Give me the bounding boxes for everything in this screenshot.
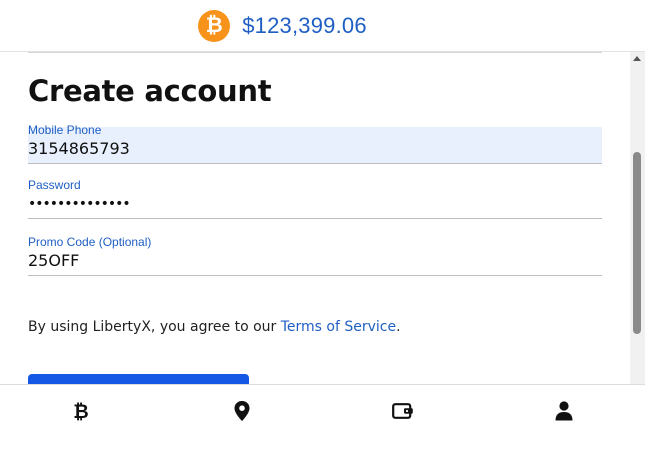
promo-code-label: Promo Code (Optional)	[28, 235, 152, 249]
mobile-phone-input[interactable]: 3154865793	[28, 139, 130, 158]
bottom-navigation: ₿	[0, 384, 645, 450]
terms-of-service-link[interactable]: Terms of Service	[281, 319, 396, 335]
divider	[28, 52, 602, 53]
main-content: Create account Mobile Phone 3154865793 P…	[0, 52, 630, 384]
map-pin-icon	[234, 401, 250, 421]
top-bar: ₿ $123,399.06	[0, 0, 645, 52]
terms-prefix: By using LibertyX, you agree to our	[28, 319, 281, 335]
password-input[interactable]: ••••••••••••••	[28, 196, 131, 212]
password-field[interactable]: Password ••••••••••••••	[28, 178, 602, 219]
create-account-button[interactable]	[28, 374, 249, 384]
wallet-icon	[392, 403, 413, 419]
mobile-phone-label: Mobile Phone	[28, 123, 102, 137]
scrollbar[interactable]	[630, 52, 645, 384]
scrollbar-thumb[interactable]	[633, 152, 641, 334]
terms-suffix: .	[396, 319, 401, 335]
bitcoin-symbol: ₿	[205, 13, 223, 37]
bitcoin-icon: ₿	[73, 401, 88, 421]
svg-text:₿: ₿	[73, 401, 88, 421]
password-label: Password	[28, 178, 81, 192]
nav-bitcoin[interactable]: ₿	[69, 399, 93, 423]
mobile-phone-field[interactable]: Mobile Phone 3154865793	[28, 123, 602, 164]
promo-code-input[interactable]: 25OFF	[28, 251, 79, 270]
nav-wallet[interactable]	[391, 399, 415, 423]
bitcoin-price: $123,399.06	[242, 12, 367, 38]
promo-code-field[interactable]: Promo Code (Optional) 25OFF	[28, 235, 602, 276]
terms-text: By using LibertyX, you agree to our Term…	[28, 319, 401, 335]
scroll-up-arrow-icon[interactable]	[633, 56, 641, 61]
nav-locations[interactable]	[230, 399, 254, 423]
nav-account[interactable]	[552, 399, 576, 423]
user-icon	[555, 401, 573, 421]
page-title: Create account	[28, 74, 272, 108]
bitcoin-icon: ₿	[198, 9, 231, 42]
